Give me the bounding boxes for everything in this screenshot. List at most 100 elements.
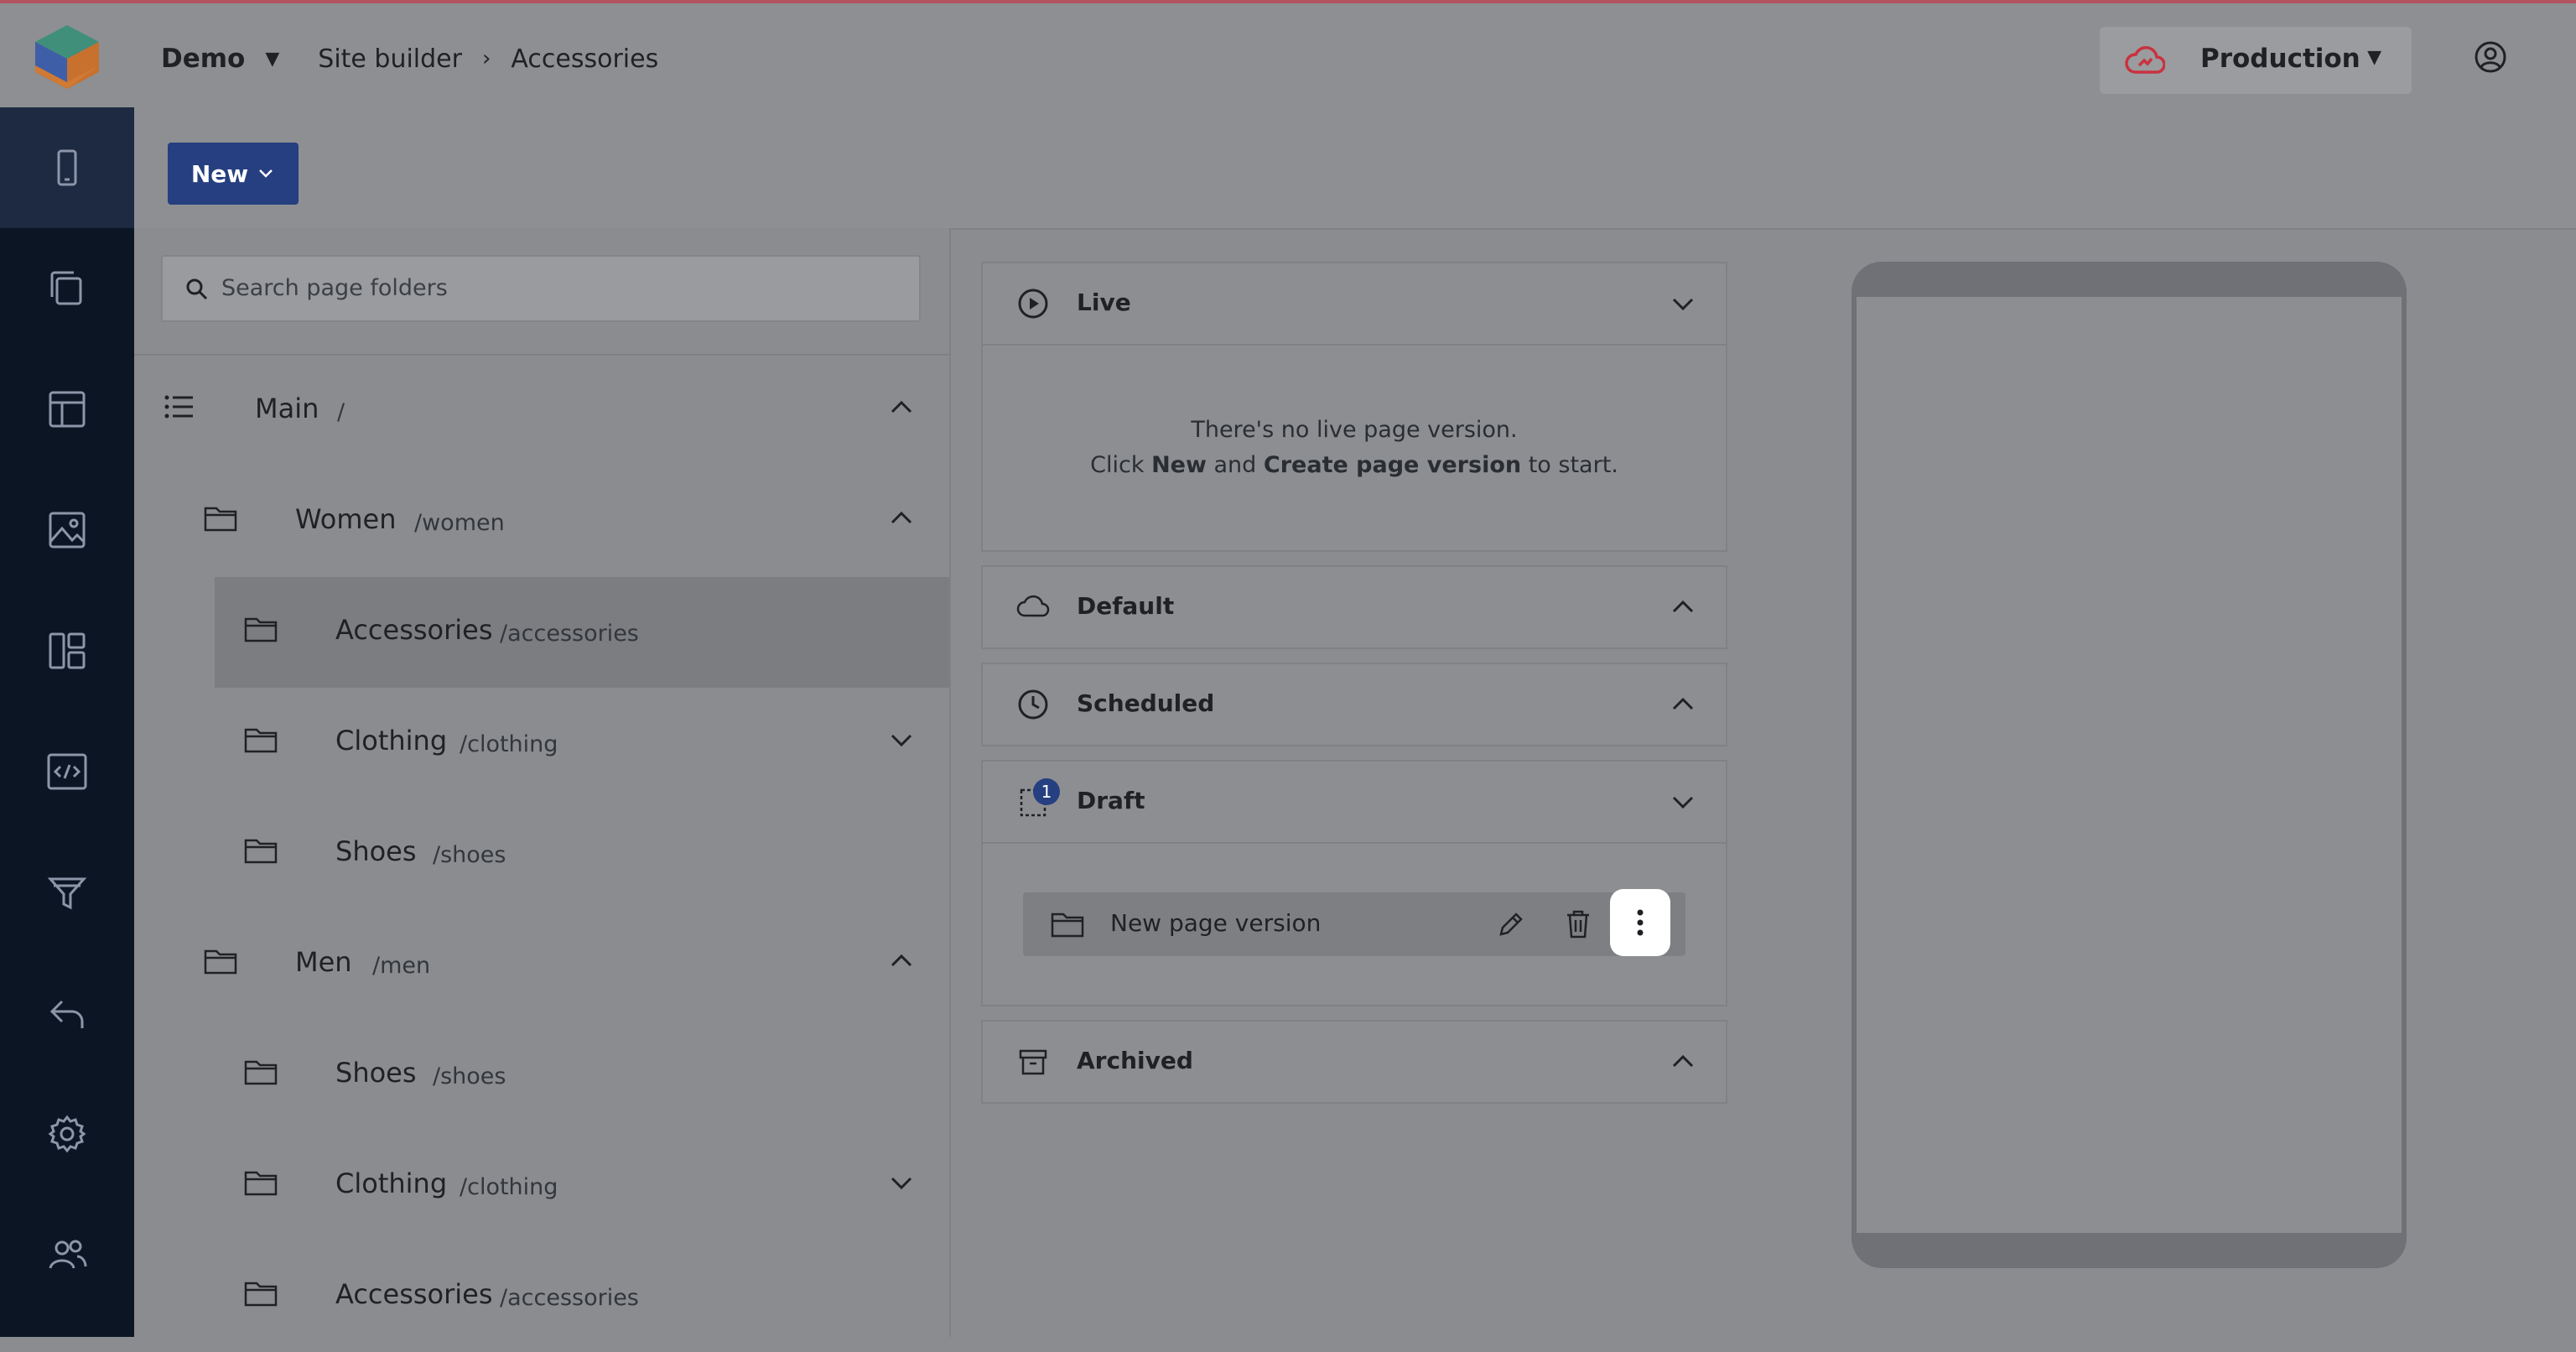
draft-section: Draft [981, 760, 1727, 1006]
folder-icon [204, 949, 237, 975]
empty-text: Click [1090, 452, 1145, 478]
search-input[interactable]: Search page folders [161, 255, 921, 322]
filter-icon[interactable] [44, 869, 91, 916]
content-toolbar [134, 107, 2576, 230]
environment-dropdown-icon: ▼ [2367, 47, 2381, 68]
tree-row-women[interactable]: Women /women [134, 466, 949, 577]
settings-icon[interactable] [44, 1110, 91, 1157]
more-vertical-icon [1637, 909, 1644, 936]
new-button-label: New [190, 159, 249, 188]
app-logo-icon[interactable] [34, 23, 101, 91]
pages-icon[interactable] [44, 265, 91, 312]
tree-path: /shoes [433, 842, 506, 868]
tree-name: Shoes [335, 835, 417, 867]
empty-instructions: Click New and Create page version to sta… [983, 448, 1726, 483]
primary-sidebar [0, 107, 134, 1337]
cloud-icon [1016, 595, 1050, 617]
folder-icon [204, 507, 237, 532]
folder-icon [244, 1282, 278, 1307]
live-empty-message: There's no live page version. Click New … [983, 413, 1726, 483]
tree-row-clothing[interactable]: Clothing /clothing [134, 688, 949, 798]
folder-tree-panel: Search page folders Main / Women /women … [134, 228, 951, 1337]
device-icon[interactable] [44, 144, 91, 191]
draft-section-header[interactable]: Draft [983, 762, 1726, 842]
folder-icon [244, 1171, 278, 1196]
tree-name: Women [295, 503, 397, 535]
chevron-down-icon[interactable] [889, 1173, 914, 1193]
tree-path: /clothing [460, 1174, 558, 1200]
divider [983, 344, 1726, 346]
tree-path: /accessories [500, 621, 639, 647]
default-section: Default [981, 565, 1727, 649]
tree-row-clothing[interactable]: Clothing /clothing [134, 1131, 949, 1241]
default-section-header[interactable]: Default [983, 567, 1726, 647]
chevron-down-icon[interactable] [1670, 294, 1696, 314]
empty-line: There's no live page version. [1191, 417, 1518, 443]
breadcrumb-site-builder[interactable]: Site builder [318, 44, 462, 74]
tree-row-main[interactable]: Main / [134, 356, 949, 466]
components-icon[interactable] [44, 627, 91, 674]
project-name[interactable]: Demo [161, 44, 245, 74]
tree-name: Clothing [335, 725, 448, 757]
tree-name: Accessories [335, 614, 493, 646]
page-version-item[interactable]: New page version [1023, 892, 1685, 956]
chevron-down-icon[interactable] [889, 730, 914, 750]
live-section: Live There's no live page version. Click… [981, 262, 1727, 552]
tree-path: /men [372, 953, 431, 979]
code-icon[interactable] [44, 748, 91, 795]
chevron-up-icon[interactable] [889, 398, 914, 418]
draft-count-badge: 1 [1033, 778, 1060, 805]
tree-row-shoes[interactable]: Shoes /shoes [134, 1020, 949, 1131]
section-title: Default [1077, 592, 1175, 620]
trash-icon[interactable] [1563, 907, 1593, 941]
section-title: Archived [1077, 1047, 1193, 1074]
tree-path: /clothing [460, 731, 558, 757]
empty-text: to start. [1528, 452, 1618, 478]
archived-section: Archived [981, 1020, 1727, 1104]
device-preview-screen [1857, 297, 2402, 1233]
search-icon [186, 278, 208, 300]
top-bar: Demo ▼ Site builder › Accessories Produc… [0, 0, 2576, 107]
section-title: Live [1077, 289, 1131, 316]
project-dropdown-icon[interactable]: ▼ [265, 49, 279, 70]
chevron-up-icon[interactable] [1670, 694, 1696, 715]
tree-name: Shoes [335, 1057, 417, 1089]
undo-icon[interactable] [44, 990, 91, 1037]
tree-row-shoes[interactable]: Shoes /shoes [134, 798, 949, 909]
tree-name: Men [295, 946, 352, 978]
live-section-header[interactable]: Live [983, 263, 1726, 344]
more-options-button[interactable] [1610, 889, 1670, 956]
account-icon[interactable] [2474, 40, 2507, 74]
empty-create-link: Create page version [1263, 452, 1522, 478]
folder-icon [1051, 913, 1084, 938]
environment-label: Production [2200, 44, 2360, 74]
layout-icon[interactable] [44, 386, 91, 433]
new-button[interactable]: New [168, 143, 299, 205]
tree-name: Accessories [335, 1278, 493, 1310]
chevron-down-icon [259, 169, 273, 178]
folder-icon [244, 1060, 278, 1085]
tree-path: / [337, 399, 345, 425]
tree-path: /shoes [433, 1063, 506, 1089]
scheduled-section-header[interactable]: Scheduled [983, 664, 1726, 745]
media-icon[interactable] [44, 507, 91, 554]
page-version-name: New page version [1110, 909, 1322, 937]
chevron-down-icon[interactable] [1670, 792, 1696, 812]
users-icon[interactable] [44, 1231, 91, 1278]
chevron-up-icon[interactable] [1670, 1052, 1696, 1072]
edit-icon[interactable] [1496, 909, 1526, 939]
list-icon [164, 395, 193, 419]
empty-new-link: New [1151, 452, 1207, 478]
tree-row-accessories[interactable]: Accessories /accessories [134, 1241, 949, 1352]
chevron-up-icon[interactable] [1670, 597, 1696, 617]
search-placeholder: Search page folders [221, 275, 448, 301]
environment-selector[interactable]: Production ▼ [2100, 27, 2412, 94]
section-title: Scheduled [1077, 689, 1215, 717]
tree-row-men[interactable]: Men /men [134, 909, 949, 1020]
chevron-up-icon[interactable] [889, 508, 914, 528]
breadcrumb: Demo ▼ Site builder › Accessories [161, 37, 658, 81]
cloud-alert-icon [2125, 46, 2165, 74]
chevron-up-icon[interactable] [889, 951, 914, 971]
archived-section-header[interactable]: Archived [983, 1022, 1726, 1102]
tree-row-accessories[interactable]: Accessories /accessories [134, 577, 949, 688]
